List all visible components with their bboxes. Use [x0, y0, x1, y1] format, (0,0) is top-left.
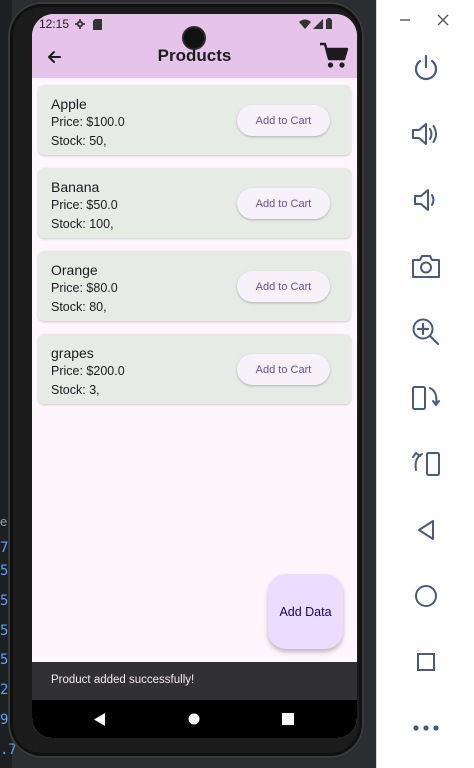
signal-icon — [313, 19, 323, 29]
front-camera — [184, 28, 204, 48]
close-icon[interactable] — [429, 6, 457, 34]
ide-text-fragment: e — [0, 514, 8, 529]
power-icon[interactable] — [401, 48, 451, 88]
home-circle-icon[interactable] — [183, 708, 205, 730]
product-stock: Stock: 50, — [51, 134, 107, 148]
product-name: Banana — [51, 179, 100, 195]
add-to-cart-button[interactable]: Add to Cart — [237, 188, 330, 219]
camera-icon[interactable] — [401, 246, 451, 286]
product-card: Orange Price: $80.0 Stock: 80, Add to Ca… — [38, 251, 351, 321]
volume-up-icon[interactable] — [401, 114, 451, 154]
product-price: Price: $80.0 — [51, 281, 118, 295]
product-stock: Stock: 80, — [51, 300, 107, 314]
snackbar: Product added successfully! — [32, 662, 357, 700]
back-icon[interactable] — [401, 510, 451, 550]
volume-down-icon[interactable] — [401, 180, 451, 220]
add-to-cart-button[interactable]: Add to Cart — [237, 354, 330, 385]
product-card: Apple Price: $100.0 Stock: 50, Add to Ca… — [38, 85, 351, 155]
shopping-cart-icon[interactable] — [318, 40, 350, 70]
product-price: Price: $50.0 — [51, 198, 118, 212]
product-card: Banana Price: $50.0 Stock: 100, Add to C… — [38, 168, 351, 238]
product-name: Apple — [51, 96, 87, 112]
system-nav-bar — [32, 700, 357, 738]
settings-icon — [75, 19, 85, 29]
page-title: Products — [157, 46, 232, 65]
rotate-left-icon[interactable] — [401, 378, 451, 418]
minimize-icon[interactable] — [391, 6, 419, 34]
product-name: Orange — [51, 262, 98, 278]
device-screen: 12:15 Products Apple Price: $100.0 Stock… — [32, 14, 357, 738]
home-icon[interactable] — [401, 576, 451, 616]
status-time: 12:15 — [39, 17, 70, 31]
add-to-cart-button[interactable]: Add to Cart — [237, 271, 330, 302]
phone-frame: 12:15 Products Apple Price: $100.0 Stock… — [8, 2, 364, 758]
battery-icon — [326, 18, 332, 29]
more-icon[interactable] — [401, 708, 451, 748]
product-stock: Stock: 100, — [51, 217, 114, 231]
add-data-button[interactable]: Add Data — [268, 574, 343, 649]
product-stock: Stock: 3, — [51, 383, 100, 397]
emulator-controls-panel — [376, 0, 474, 768]
product-price: Price: $200.0 — [51, 364, 125, 378]
snackbar-message: Product added successfully! — [51, 674, 195, 686]
product-card: grapes Price: $200.0 Stock: 3, Add to Ca… — [38, 334, 351, 404]
overview-icon[interactable] — [401, 642, 451, 682]
back-triangle-icon[interactable] — [89, 708, 111, 730]
add-to-cart-button[interactable]: Add to Cart — [237, 105, 330, 136]
wifi-icon — [299, 19, 311, 29]
sim-card-icon — [93, 19, 102, 30]
product-price: Price: $100.0 — [51, 115, 125, 129]
rotate-right-icon[interactable] — [401, 444, 451, 484]
zoom-in-icon[interactable] — [401, 312, 451, 352]
product-name: grapes — [51, 345, 94, 361]
recents-square-icon[interactable] — [277, 708, 299, 730]
